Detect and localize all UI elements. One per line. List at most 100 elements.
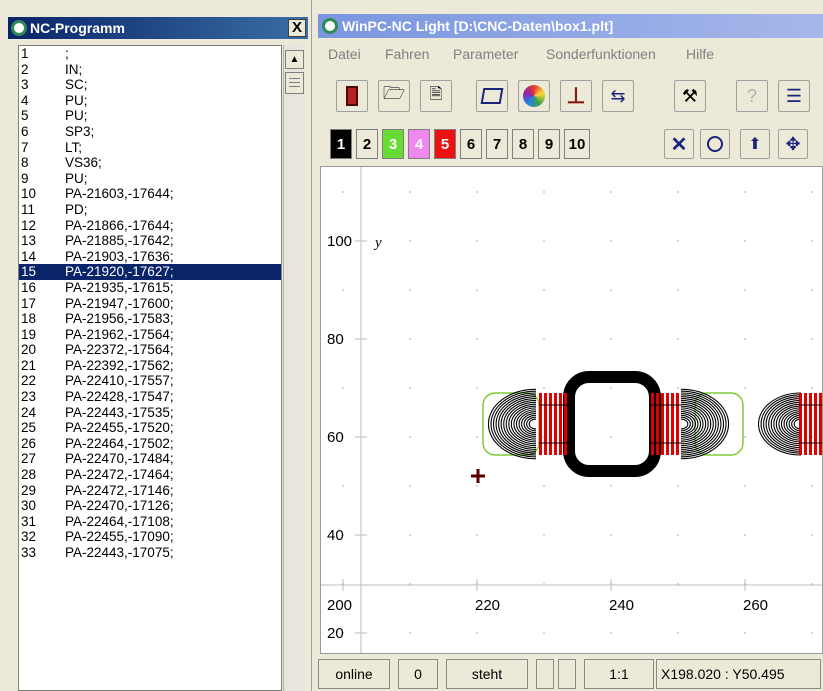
nc-line-row[interactable]: 3 SC; [19, 77, 281, 93]
scroll-up-arrow-icon[interactable]: ▲ [285, 50, 304, 69]
grid-dot [811, 240, 813, 242]
nc-line-row[interactable]: 2 IN; [19, 62, 281, 78]
nc-line-row[interactable]: 20 PA-22372,-17564; [19, 342, 281, 358]
nc-line-row[interactable]: 5 PU; [19, 108, 281, 124]
pen-button-9[interactable]: 9 [538, 129, 560, 159]
nc-line-number: 30 [21, 498, 37, 514]
home-up-button[interactable]: ⬆ [740, 129, 770, 159]
x-tick-label: 260 [743, 597, 768, 614]
zoom-button[interactable] [700, 129, 730, 159]
nc-line-row[interactable]: 6 SP3; [19, 124, 281, 140]
nc-line-command: PA-21956,-17583; [65, 311, 174, 327]
document-icon: 🗎 [429, 85, 443, 103]
nc-line-command: PD; [65, 201, 88, 217]
nc-line-row[interactable]: 27 PA-22470,-17484; [19, 451, 281, 467]
list-button[interactable]: ☰ [778, 80, 810, 112]
nc-line-row[interactable]: 16 PA-21935,-17615; [19, 280, 281, 296]
nc-line-row[interactable]: 31 PA-22464,-17108; [19, 514, 281, 530]
nc-line-number: 13 [21, 233, 37, 249]
nc-line-row[interactable]: 25 PA-22455,-17520; [19, 420, 281, 436]
nc-line-row[interactable]: 19 PA-21962,-17564; [19, 327, 281, 343]
pen-button-8[interactable]: 8 [512, 129, 534, 159]
nc-line-command: PA-22372,-17564; [65, 342, 174, 358]
nc-line-row[interactable]: 7 LT; [19, 140, 281, 156]
document-button[interactable]: 🗎 [420, 80, 452, 112]
pen-button-3[interactable]: 3 [382, 129, 404, 159]
nc-line-row[interactable]: 10 PA-21603,-17644; [19, 186, 281, 202]
move-button[interactable]: ✥ [778, 129, 808, 159]
nc-line-row[interactable]: 29 PA-22472,-17146; [19, 483, 281, 499]
close-button[interactable]: X [288, 19, 306, 37]
zoom-window-icon [480, 88, 504, 104]
menu-parameter[interactable]: Parameter [453, 46, 518, 62]
reference-run-button[interactable]: ⊥ [560, 80, 592, 112]
menu-hilfe[interactable]: Hilfe [686, 46, 714, 62]
nc-line-row[interactable]: 18 PA-21956,-17583; [19, 311, 281, 327]
menu-sonderfunktionen[interactable]: Sonderfunktionen [546, 46, 656, 62]
nc-title-bar[interactable]: NC-Programm X [8, 17, 308, 39]
nc-line-row[interactable]: 21 PA-22392,-17562; [19, 358, 281, 374]
nc-line-row[interactable]: 4 PU; [19, 93, 281, 109]
probe-button[interactable]: ? [736, 80, 768, 112]
nc-window-title: NC-Programm [30, 20, 125, 36]
pen-button-10[interactable]: 10 [564, 129, 590, 159]
open-file-button[interactable]: 🗁 [378, 80, 410, 112]
swap-button[interactable]: ⇆ [602, 80, 634, 112]
nc-line-row[interactable]: 23 PA-22428,-17547; [19, 389, 281, 405]
nc-line-row[interactable]: 14 PA-21903,-17636; [19, 249, 281, 265]
nc-line-row[interactable]: 33 PA-22443,-17075; [19, 545, 281, 561]
menu-fahren[interactable]: Fahren [385, 46, 429, 62]
grid-dot [744, 289, 746, 291]
red-toolpath-band [656, 393, 659, 455]
plot-canvas[interactable]: 100 80 60 40 20 y 200 220 240 260 [320, 166, 823, 654]
nc-program-list[interactable]: 1; 2 IN; 3 SC; 4 PU; 5 PU; 6 SP3; 7 LT; 8 VS36; 9 PU; 10 P… [18, 45, 282, 691]
exit-door-button[interactable] [336, 80, 368, 112]
nc-line-row[interactable]: 15 PA-21920,-17627; [19, 264, 281, 280]
plot-svg: 100 80 60 40 20 y 200 220 240 260 [321, 167, 822, 653]
nc-line-row[interactable]: 12 PA-21866,-17644; [19, 218, 281, 234]
scroll-thumb[interactable] [285, 72, 304, 94]
zoom-window-button[interactable] [476, 80, 508, 112]
nc-line-row[interactable]: 30 PA-22470,-17126; [19, 498, 281, 514]
grid-dot [543, 289, 545, 291]
menu-datei[interactable]: Datei [328, 46, 361, 62]
app-icon [322, 18, 338, 34]
nc-line-row[interactable]: 9 PU; [19, 171, 281, 187]
pen-button-4[interactable]: 4 [408, 129, 430, 159]
nc-line-row[interactable]: 26 PA-22464,-17502; [19, 436, 281, 452]
grid-dot [811, 289, 813, 291]
nc-line-row[interactable]: 1; [19, 46, 281, 62]
nc-line-row[interactable]: 32 PA-22455,-17090; [19, 529, 281, 545]
color-button[interactable] [518, 80, 550, 112]
nc-line-row[interactable]: 13 PA-21885,-17642; [19, 233, 281, 249]
nc-line-row[interactable]: 8 VS36; [19, 155, 281, 171]
tools-button[interactable]: ⚒ [674, 80, 706, 112]
nc-line-row[interactable]: 22 PA-22410,-17557; [19, 373, 281, 389]
count-status: 0 [398, 659, 438, 689]
red-toolpath-band [661, 393, 664, 455]
grid-dot [811, 387, 813, 389]
nc-line-command: PA-21935,-17615; [65, 279, 174, 295]
nc-line-command: SP3; [65, 123, 95, 139]
pen-button-1[interactable]: 1 [330, 129, 352, 159]
machine-state: steht [446, 659, 528, 689]
nc-line-row[interactable]: 28 PA-22472,-17464; [19, 467, 281, 483]
pen-button-5[interactable]: 5 [434, 129, 456, 159]
main-title-bar[interactable]: WinPC-NC Light [D:\CNC-Daten\box1.plt] [318, 14, 823, 38]
nc-line-command: PA-22470,-17484; [65, 451, 174, 467]
nc-line-command: PA-22392,-17562; [65, 357, 174, 373]
nc-line-row[interactable]: 11 PD; [19, 202, 281, 218]
nc-line-row[interactable]: 17 PA-21947,-17600; [19, 296, 281, 312]
clear-button[interactable]: ✕ [664, 129, 694, 159]
x-tick-label: 240 [609, 597, 634, 614]
grid-dot [476, 240, 478, 242]
vertical-scrollbar[interactable]: ▲ [283, 45, 305, 691]
pen-button-2[interactable]: 2 [356, 129, 378, 159]
grid-dot [476, 534, 478, 536]
pen-button-6[interactable]: 6 [460, 129, 482, 159]
nc-line-command: PA-21603,-17644; [65, 186, 174, 202]
grid-dot [543, 240, 545, 242]
pen-button-7[interactable]: 7 [486, 129, 508, 159]
nc-line-row[interactable]: 24 PA-22443,-17535; [19, 405, 281, 421]
grid-dot [811, 632, 813, 634]
